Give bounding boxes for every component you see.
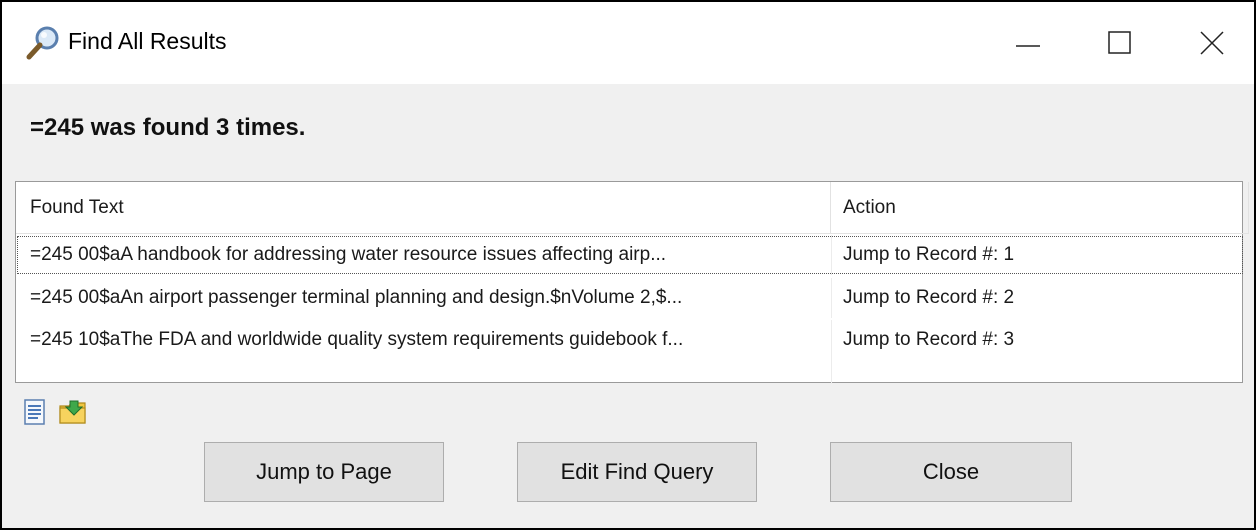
edit-find-query-button[interactable]: Edit Find Query [517,442,757,502]
column-divider [831,360,832,384]
column-header-action[interactable]: Action [831,182,1249,234]
column-header-label: Found Text [30,196,124,218]
found-text-cell: =245 00$aAn airport passenger terminal p… [30,287,683,308]
window-close-button[interactable] [1166,2,1254,84]
found-text-cell: =245 00$aA handbook for addressing water… [30,244,667,265]
column-header-found-text[interactable]: Found Text [16,182,831,234]
found-count-message: =245 was found 3 times. [30,114,306,141]
maximize-button[interactable] [1074,2,1166,84]
column-divider [831,235,832,275]
table-row[interactable]: =245 00$aA handbook for addressing water… [16,235,1244,275]
maximize-icon [1108,31,1131,54]
minimize-icon [1016,45,1040,47]
results-list[interactable]: Found Text Action =245 00$aA handbook fo… [15,181,1249,384]
title-bar[interactable]: Find All Results [2,2,1254,84]
window-title: Find All Results [68,28,227,54]
close-icon [1200,31,1224,55]
magnifier-icon [26,26,59,60]
jump-to-page-button[interactable]: Jump to Page [204,442,444,502]
find-all-results-window: Find All Results =245 was found 3 times.… [0,0,1256,530]
column-divider [831,320,832,360]
results-toolbar [20,392,88,432]
result-summary-area: =245 was found 3 times. [2,84,1254,182]
empty-row [16,360,1244,384]
action-cell[interactable]: Jump to Record #: 1 [843,235,1233,275]
found-text-cell: =245 10$aThe FDA and worldwide quality s… [30,329,684,350]
table-row[interactable]: =245 00$aAn airport passenger terminal p… [16,278,1244,318]
table-row[interactable]: =245 10$aThe FDA and worldwide quality s… [16,320,1244,360]
close-button[interactable]: Close [830,442,1072,502]
column-divider [831,278,832,318]
export-folder-icon[interactable] [58,397,88,427]
action-cell[interactable]: Jump to Record #: 2 [843,278,1233,318]
document-icon[interactable] [20,397,50,427]
minimize-button[interactable] [982,2,1074,84]
column-header-label: Action [843,196,896,218]
action-cell[interactable]: Jump to Record #: 3 [843,320,1233,360]
